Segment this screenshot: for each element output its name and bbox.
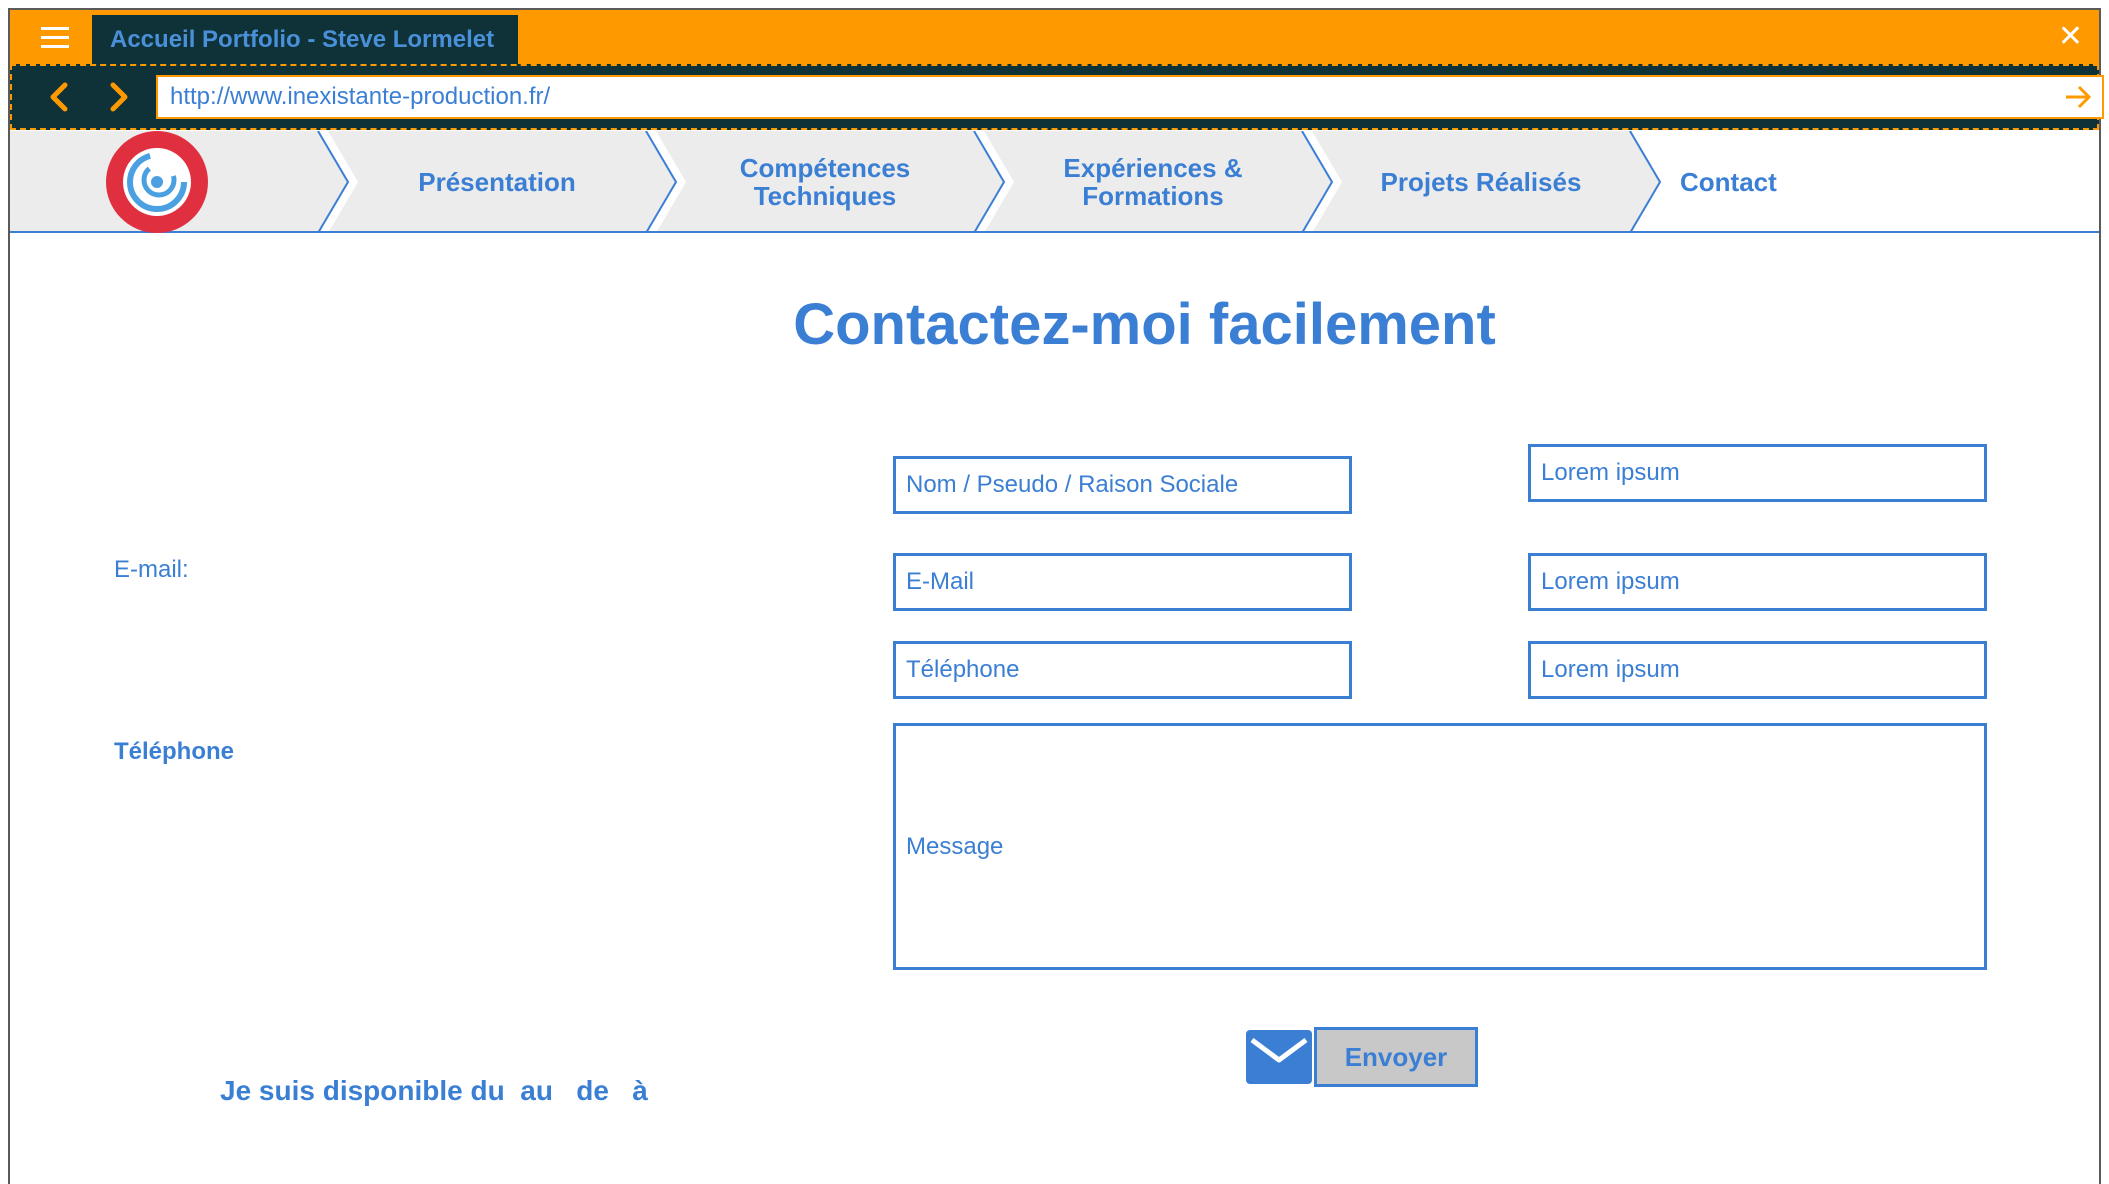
extra-field-2[interactable]: Lorem ipsum <box>1528 553 1987 611</box>
url-input[interactable]: http://www.inexistante-production.fr/ <box>156 75 2104 119</box>
message-placeholder: Message <box>906 833 1004 860</box>
availability-text: Je suis disponible du au de à <box>220 1075 648 1106</box>
extra-field-1[interactable]: Lorem ipsum <box>1528 444 1987 502</box>
extra-field-text: Lorem ipsum <box>1541 656 1680 683</box>
nav-label: Compétences Techniques <box>739 153 911 211</box>
page-title: Contactez-moi facilement <box>793 292 1496 357</box>
back-icon[interactable] <box>38 75 82 119</box>
phone-placeholder: Téléphone <box>906 656 1020 683</box>
close-icon[interactable]: ✕ <box>2058 20 2083 54</box>
nav-item-experiences[interactable]: Expériences & Formations <box>1004 131 1302 233</box>
extra-field-3[interactable]: Lorem ipsum <box>1528 641 1987 699</box>
extra-field-text: Lorem ipsum <box>1541 459 1680 486</box>
browser-tab[interactable]: Accueil Portfolio - Steve Lormelet <box>92 15 518 64</box>
telephone-label: Téléphone <box>114 738 235 765</box>
forward-icon[interactable] <box>96 75 140 119</box>
nav-item-contact[interactable]: Contact <box>1660 131 1840 233</box>
send-button[interactable]: Envoyer <box>1314 1027 1478 1087</box>
title-bar: Accueil Portfolio - Steve Lormelet ✕ <box>10 10 2099 64</box>
nav-item-presentation[interactable]: Présentation <box>348 131 646 233</box>
email-placeholder: E-Mail <box>906 568 975 595</box>
email-label: E-mail: <box>114 556 189 583</box>
nav-label: Contact <box>1680 167 1777 197</box>
name-field[interactable]: Nom / Pseudo / Raison Sociale <box>893 456 1352 514</box>
logo-icon[interactable] <box>106 131 208 233</box>
nav-item-projets[interactable]: Projets Réalisés <box>1332 131 1630 233</box>
phone-field[interactable]: Téléphone <box>893 641 1352 699</box>
email-field[interactable]: E-Mail <box>893 553 1352 611</box>
mail-icon[interactable] <box>1246 1030 1312 1084</box>
nav-item-competences[interactable]: Compétences Techniques <box>676 131 974 233</box>
url-text: http://www.inexistante-production.fr/ <box>170 83 551 110</box>
nav-label: Présentation <box>418 167 576 197</box>
message-textarea[interactable]: Message <box>893 723 1987 970</box>
menu-icon[interactable] <box>20 10 90 64</box>
go-arrow-icon[interactable] <box>2062 81 2094 113</box>
extra-field-text: Lorem ipsum <box>1541 568 1680 595</box>
address-bar: http://www.inexistante-production.fr/ <box>10 64 2104 130</box>
nav-label: Projets Réalisés <box>1380 167 1582 197</box>
name-placeholder: Nom / Pseudo / Raison Sociale <box>906 471 1239 498</box>
nav-label: Expériences & Formations <box>1063 153 1243 211</box>
main-navigation: Présentation Compétences Techniques Expé… <box>10 131 2099 233</box>
